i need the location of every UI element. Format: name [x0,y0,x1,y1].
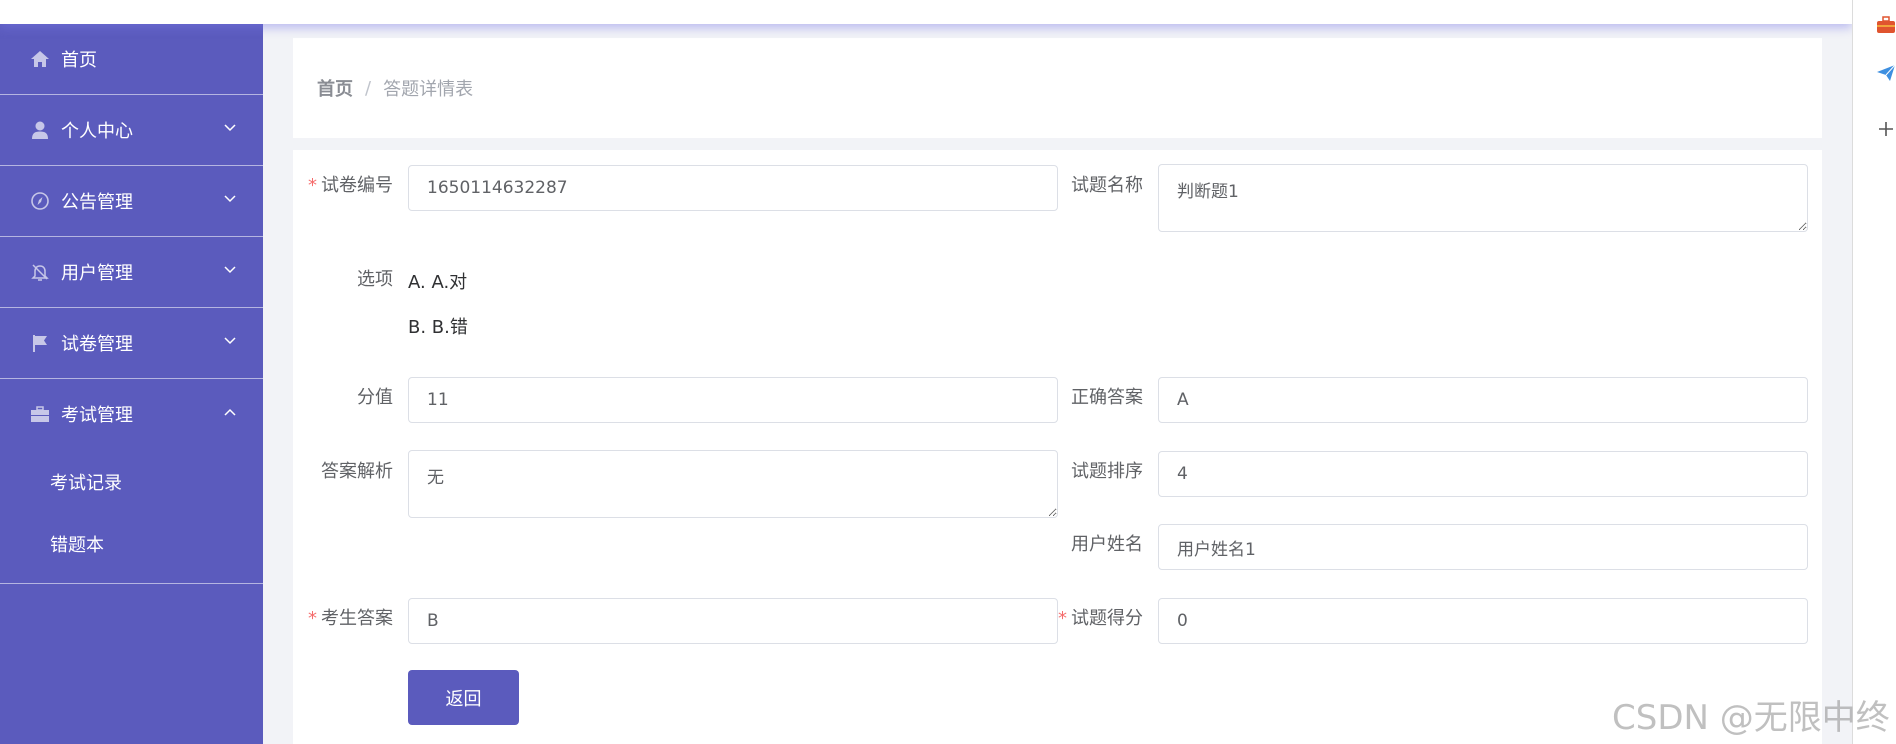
toolbox-icon[interactable] [1875,14,1896,36]
sidebar-item-label: 试卷管理 [61,334,133,355]
sidebar-item-home[interactable]: 首页 [0,24,263,95]
sidebar-item-personal-center[interactable]: 个人中心 [0,95,263,166]
plus-icon[interactable] [1875,118,1896,140]
flag-icon [29,332,51,354]
breadcrumb-card: 首页 / 答题详情表 [293,38,1822,138]
sidebar-item-label: 公告管理 [61,192,133,213]
sidebar-item-announcements[interactable]: 公告管理 [0,166,263,237]
option-a: A. A.对 [408,272,468,293]
option-b: B. B.错 [408,317,468,338]
sidebar: 首页 个人中心 公告管理 用户管理 试卷管理 考试管理 考试记录 错题本 [0,24,263,744]
analysis-label: 答案解析 [321,461,393,482]
paper-no-input[interactable] [408,165,1058,211]
send-icon[interactable] [1875,62,1896,84]
exam-submenu: 考试记录 错题本 [0,449,263,584]
home-icon [29,48,51,70]
compass-icon [29,190,51,212]
user-icon [29,119,51,141]
question-score-label: * 试题得分 [1058,608,1143,629]
student-answer-label: * 考生答案 [308,608,393,629]
user-name-input[interactable] [1158,524,1808,570]
question-name-label: 试题名称 [1071,175,1143,196]
paper-no-label: * 试卷编号 [308,175,393,196]
detail-form: *试卷编号 试题名称 判断题1 选项 A. A.对 B. B.错 分值 正确答案… [293,150,1822,744]
top-bar [0,0,1852,24]
bell-off-icon [29,261,51,283]
chevron-down-icon [223,263,237,277]
chevron-up-icon [223,405,237,419]
sidebar-item-label: 考试管理 [61,405,133,426]
score-input[interactable] [408,377,1058,423]
breadcrumb-home[interactable]: 首页 [317,75,353,101]
user-name-label: 用户姓名 [1071,534,1143,555]
sidebar-item-label: 首页 [61,50,97,71]
correct-answer-label: 正确答案 [1071,387,1143,408]
student-answer-input[interactable] [408,598,1058,644]
order-input[interactable] [1158,451,1808,497]
sidebar-item-label: 个人中心 [61,121,133,142]
breadcrumb: 首页 / 答题详情表 [317,75,473,101]
sidebar-subitem-wrong-questions[interactable]: 错题本 [0,513,263,575]
sidebar-item-exams[interactable]: 考试管理 [0,379,263,449]
question-name-textarea[interactable]: 判断题1 [1158,164,1808,232]
breadcrumb-separator: / [365,77,372,99]
watermark: CSDN @无限中终 [1612,698,1890,738]
question-score-input[interactable] [1158,598,1808,644]
order-label: 试题排序 [1071,461,1143,482]
briefcase-icon [29,403,51,425]
chevron-down-icon [223,334,237,348]
chevron-down-icon [223,192,237,206]
chevron-down-icon [223,121,237,135]
browser-side-strip [1852,0,1896,744]
back-button[interactable]: 返回 [408,670,519,725]
sidebar-item-papers[interactable]: 试卷管理 [0,308,263,379]
breadcrumb-current: 答题详情表 [383,79,474,100]
sidebar-item-label: 用户管理 [61,263,133,284]
sidebar-subitem-exam-records[interactable]: 考试记录 [0,451,263,513]
score-label: 分值 [357,387,393,408]
analysis-textarea[interactable]: 无 [408,450,1058,518]
correct-answer-input[interactable] [1158,377,1808,423]
sidebar-item-users[interactable]: 用户管理 [0,237,263,308]
options-label: 选项 [357,269,393,290]
